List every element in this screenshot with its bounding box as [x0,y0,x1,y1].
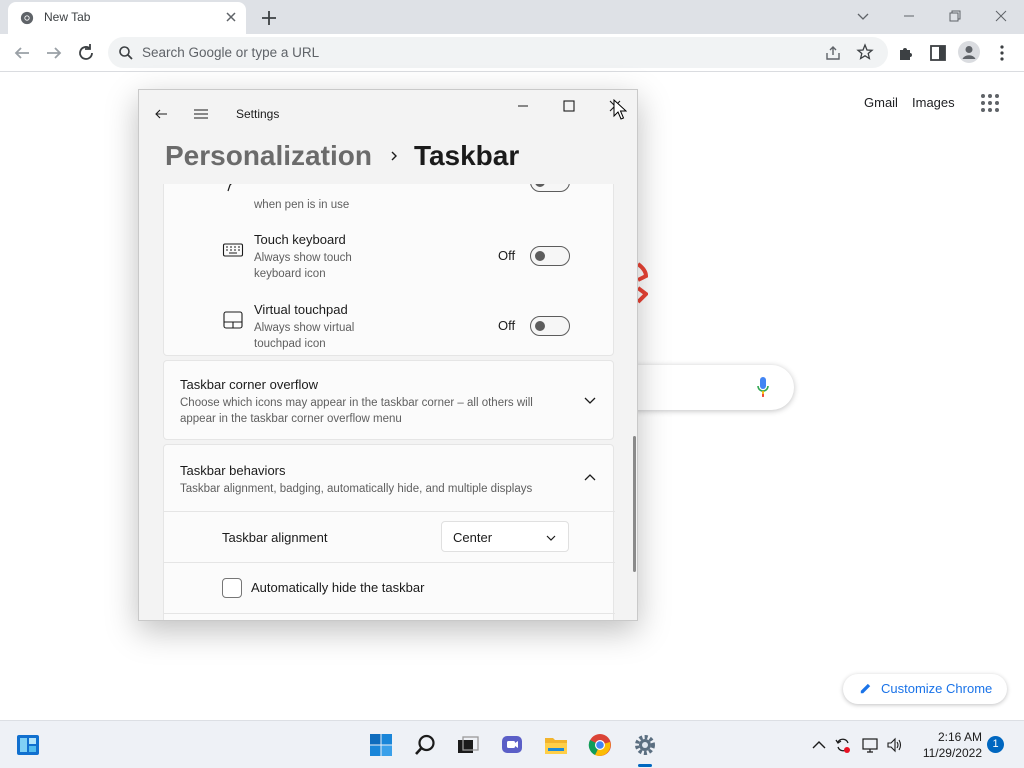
google-apps-icon[interactable] [980,93,1000,113]
file-explorer-icon[interactable] [544,733,568,757]
start-icon[interactable] [369,733,393,757]
forward-icon[interactable] [42,41,66,65]
chrome-icon[interactable] [588,733,612,757]
toggle-knob [535,184,545,187]
taskbar-behaviors-card: Taskbar behaviors Taskbar alignment, bad… [163,444,615,620]
touch-keyboard-state: Off [498,248,516,263]
chevron-down-icon [546,535,556,541]
mouse-cursor-icon [613,99,627,120]
search-icon [119,46,133,60]
bookmark-star-icon[interactable] [856,43,874,61]
virtual-touchpad-title: Virtual touchpad [254,302,348,317]
back-icon[interactable] [10,41,34,65]
close-window-icon[interactable] [990,5,1012,27]
customize-chrome-button[interactable]: Customize Chrome [843,674,1007,704]
taskbar-alignment-row: Taskbar alignment Center [164,511,615,562]
tab-title: New Tab [44,10,91,24]
more-menu-icon[interactable] [990,41,1014,65]
images-link[interactable]: Images [912,95,955,110]
tab-search-chevron-icon[interactable] [852,5,874,27]
search-icon[interactable] [413,733,437,757]
corner-overflow-title: Taskbar corner overflow [180,377,318,392]
corner-overflow-desc: Choose which icons may appear in the tas… [180,397,533,425]
restore-icon[interactable] [944,5,966,27]
virtual-touchpad-toggle[interactable] [530,316,570,336]
widgets-icon[interactable] [16,733,40,757]
chat-icon[interactable] [500,733,524,757]
page-title: Taskbar [413,140,520,171]
clock-time[interactable]: 2:16 AM [918,730,982,744]
pen-icon [227,184,232,192]
chevron-up-icon[interactable] [810,736,828,754]
touch-keyboard-toggle[interactable] [530,246,570,266]
new-tab-plus-icon[interactable] [258,7,280,29]
pen-menu-desc: when pen is in use [254,199,350,211]
windows-taskbar: 2:16 AM 11/29/2022 1 [0,720,1024,768]
hamburger-menu-icon[interactable] [193,106,209,122]
behaviors-desc: Taskbar alignment, badging, automaticall… [180,483,533,495]
settings-minimize-icon[interactable] [515,98,531,114]
voice-search-mic-icon[interactable] [756,376,770,398]
tab-strip: New Tab [0,0,1024,34]
minimize-icon[interactable] [898,5,920,27]
chevron-down-icon[interactable] [583,393,597,407]
customize-chrome-label: Customize Chrome [881,681,993,696]
toggle-knob [535,251,545,261]
keyboard-icon [222,243,244,257]
breadcrumb-parent[interactable]: Personalization [165,140,372,172]
settings-back-icon[interactable] [153,106,169,122]
chevron-right-icon [391,151,397,161]
virtual-touchpad-desc: Always show virtual touchpad icon [254,322,355,350]
omnibox[interactable]: Search Google or type a URL [108,37,888,68]
settings-maximize-icon[interactable] [561,98,577,114]
pencil-icon [860,683,871,694]
breadcrumb: Personalization Taskbar [165,136,519,176]
profile-icon [962,46,976,59]
chrome-favicon-icon [20,11,34,25]
volume-icon[interactable] [886,736,904,754]
omnibox-placeholder: Search Google or type a URL [142,45,320,60]
toggle-knob [535,321,545,331]
sync-icon[interactable] [834,736,852,754]
behaviors-title[interactable]: Taskbar behaviors [180,463,286,478]
tab-close-icon[interactable] [222,8,240,26]
share-icon[interactable] [824,44,842,62]
taskbar-corner-overflow-card[interactable]: Taskbar corner overflow Choose which ico… [163,360,614,440]
auto-hide-checkbox[interactable] [222,578,242,598]
taskbar-corner-icons-card: when pen is in use Touch keyboard Always… [163,184,614,356]
settings-window: Settings Personalization Taskbar when pe… [138,89,638,621]
task-view-icon[interactable] [456,733,480,757]
pen-menu-toggle[interactable] [530,184,570,192]
touch-keyboard-desc: Always show touch keyboard icon [254,252,352,280]
settings-window-title: Settings [236,107,280,121]
network-icon[interactable] [861,736,879,754]
tab-new-tab[interactable]: New Tab [8,2,246,34]
taskbar-alignment-dropdown[interactable]: Center [441,521,569,552]
side-panel-icon[interactable] [926,41,950,65]
touch-keyboard-title: Touch keyboard [254,232,346,247]
chevron-up-icon[interactable] [583,471,597,485]
active-app-indicator [638,764,652,767]
notification-badge[interactable]: 1 [987,736,1004,753]
settings-scrollbar[interactable] [633,436,636,572]
virtual-touchpad-state: Off [498,318,516,333]
browser-toolbar: Search Google or type a URL [0,34,1024,72]
auto-hide-row: Automatically hide the taskbar [164,562,615,613]
taskbar-alignment-label: Taskbar alignment [222,530,328,545]
auto-hide-label[interactable]: Automatically hide the taskbar [251,580,424,595]
reload-icon[interactable] [74,41,98,65]
touchpad-icon [223,311,243,329]
profile-avatar[interactable] [958,41,980,63]
gmail-link[interactable]: Gmail [864,95,898,110]
extensions-icon[interactable] [894,41,918,65]
clock-date[interactable]: 11/29/2022 [908,746,982,760]
next-behavior-row [164,613,615,620]
settings-content: when pen is in use Touch keyboard Always… [139,184,637,620]
taskbar-alignment-value: Center [453,530,493,545]
settings-icon[interactable] [633,733,657,757]
